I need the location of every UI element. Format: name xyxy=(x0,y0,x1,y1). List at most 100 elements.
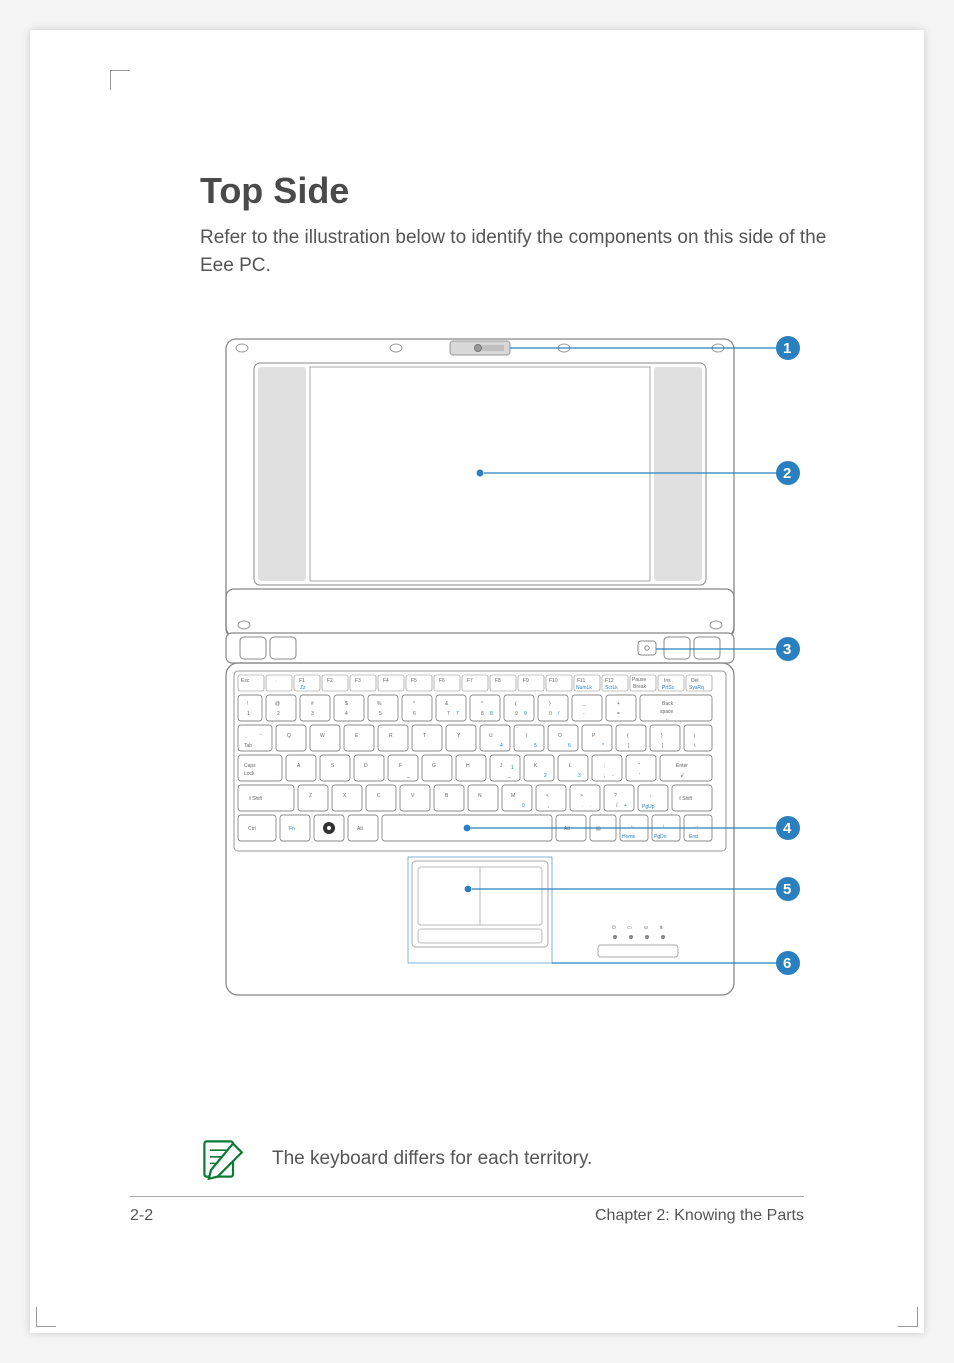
svg-text:H: H xyxy=(466,763,470,769)
svg-text:4: 4 xyxy=(345,711,348,717)
svg-text:<: < xyxy=(546,793,549,799)
svg-text:G: G xyxy=(432,763,436,769)
svg-text:→: → xyxy=(258,731,263,737)
svg-text:Q: Q xyxy=(287,733,291,739)
crop-mark xyxy=(36,1307,56,1327)
svg-text:PrtSc: PrtSc xyxy=(662,685,675,691)
svg-text:5: 5 xyxy=(379,711,382,717)
svg-text:W: W xyxy=(320,733,325,739)
svg-text:6: 6 xyxy=(413,711,416,717)
svg-text:←: ← xyxy=(665,716,670,722)
svg-text:1: 1 xyxy=(511,765,514,771)
svg-text:': ' xyxy=(639,773,640,779)
svg-text:@: @ xyxy=(275,701,280,707)
intro-text: Refer to the illustration below to ident… xyxy=(200,224,840,279)
notepad-pencil-icon xyxy=(200,1137,244,1181)
page-title: Top Side xyxy=(200,170,840,212)
svg-text:7: 7 xyxy=(456,711,459,717)
svg-text:NumLk: NumLk xyxy=(576,685,592,691)
svg-text:Ins: Ins xyxy=(664,678,671,684)
svg-text:PgUp: PgUp xyxy=(642,804,655,810)
svg-text:Zz: Zz xyxy=(300,685,306,691)
svg-text:Esc: Esc xyxy=(241,678,250,684)
svg-text:|: | xyxy=(694,733,695,739)
svg-text:ScrLk: ScrLk xyxy=(605,685,618,691)
callout-1: 1 xyxy=(783,340,791,357)
svg-text:#: # xyxy=(311,701,314,707)
svg-text:⇧Shift: ⇧Shift xyxy=(678,796,693,802)
callout-2: 2 xyxy=(783,465,791,482)
svg-text:F6: F6 xyxy=(439,678,445,684)
svg-text:,: , xyxy=(548,803,549,809)
svg-text:_: _ xyxy=(406,773,410,779)
svg-text:Lock: Lock xyxy=(244,771,255,777)
svg-text:Z: Z xyxy=(309,793,312,799)
svg-text:3: 3 xyxy=(311,711,314,717)
footer-page-number: 2-2 xyxy=(130,1207,153,1225)
svg-text:?: ? xyxy=(614,793,617,799)
note-text: The keyboard differs for each territory. xyxy=(272,1148,592,1170)
svg-text:": " xyxy=(638,763,640,769)
callout-4: 4 xyxy=(783,820,792,837)
svg-text:=: = xyxy=(617,711,620,717)
device-diagram: ⏻ ▭ ⛀ ⋔ Esc ` F1Zz F2 xyxy=(200,327,840,1067)
svg-text:D: D xyxy=(364,763,368,769)
svg-text:_: _ xyxy=(582,701,586,707)
svg-text:F2: F2 xyxy=(327,678,333,684)
svg-text:SysRq: SysRq xyxy=(689,685,704,691)
svg-text:0: 0 xyxy=(549,711,552,717)
footer-chapter: Chapter 2: Knowing the Parts xyxy=(595,1207,804,1225)
svg-text:*: * xyxy=(602,743,604,749)
svg-text:3: 3 xyxy=(578,773,581,779)
svg-text:↲: ↲ xyxy=(680,773,684,779)
svg-text:Break: Break xyxy=(633,684,647,690)
svg-text:8: 8 xyxy=(490,711,493,717)
indicator-leds: ⏻ ▭ ⛀ ⋔ xyxy=(612,925,665,939)
crop-mark xyxy=(110,70,130,90)
svg-text:L: L xyxy=(569,763,572,769)
svg-text:8: 8 xyxy=(481,711,484,717)
svg-text:Del: Del xyxy=(691,678,699,684)
svg-text:.: . xyxy=(582,803,583,809)
svg-text:F8: F8 xyxy=(495,678,501,684)
svg-text:9: 9 xyxy=(524,711,527,717)
svg-text:⛀: ⛀ xyxy=(644,925,648,931)
svg-text:9: 9 xyxy=(515,711,518,717)
svg-text:⋔: ⋔ xyxy=(659,925,663,931)
svg-text:+: + xyxy=(624,803,627,809)
svg-text:↑: ↑ xyxy=(649,794,652,800)
svg-text:←: ← xyxy=(244,734,249,740)
svg-text:Alt: Alt xyxy=(564,826,570,832)
svg-text:2: 2 xyxy=(544,773,547,779)
svg-text:U: U xyxy=(489,733,493,739)
content-area: Top Side Refer to the illustration below… xyxy=(200,170,840,1181)
svg-text:4: 4 xyxy=(500,743,503,749)
note-row: The keyboard differs for each territory. xyxy=(200,1137,840,1181)
svg-text:T: T xyxy=(423,733,426,739)
svg-text:2: 2 xyxy=(277,711,280,717)
svg-text:Home: Home xyxy=(622,834,636,840)
callout-6: 6 xyxy=(783,955,791,972)
svg-text:M: M xyxy=(511,793,515,799)
svg-text:5: 5 xyxy=(534,743,537,749)
svg-text:F7: F7 xyxy=(467,678,473,684)
svg-text:F4: F4 xyxy=(383,678,389,684)
callout-5: 5 xyxy=(783,881,791,898)
svg-text:!: ! xyxy=(247,701,248,707)
svg-text:Pause: Pause xyxy=(632,677,646,683)
svg-text:F1: F1 xyxy=(299,678,305,684)
svg-text:+: + xyxy=(617,701,620,707)
svg-text:Ctrl: Ctrl xyxy=(248,826,256,832)
svg-text:R: R xyxy=(389,733,393,739)
svg-text:Alt: Alt xyxy=(357,826,363,832)
svg-text:;: ; xyxy=(604,773,605,779)
svg-text:>: > xyxy=(580,793,583,799)
svg-text:Caps: Caps xyxy=(244,763,256,769)
svg-text:▭: ▭ xyxy=(627,925,632,931)
svg-text:1: 1 xyxy=(247,711,250,717)
svg-text:F10: F10 xyxy=(549,678,558,684)
svg-text:N: N xyxy=(478,793,482,799)
svg-text:I: I xyxy=(526,733,527,739)
svg-text:F12: F12 xyxy=(605,678,614,684)
svg-text:F9: F9 xyxy=(523,678,529,684)
